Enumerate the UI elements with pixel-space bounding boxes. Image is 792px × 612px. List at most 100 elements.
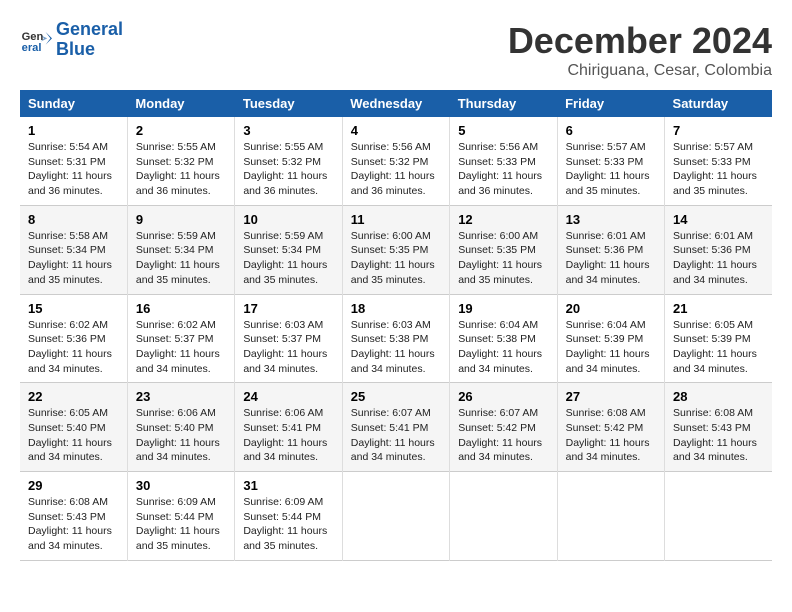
svg-text:Gen: Gen (22, 31, 44, 43)
day-number: 18 (351, 301, 441, 316)
day-cell: 24 Sunrise: 6:06 AM Sunset: 5:41 PM Dayl… (235, 383, 342, 472)
day-number: 13 (566, 212, 656, 227)
day-number: 22 (28, 389, 119, 404)
day-number: 29 (28, 478, 119, 493)
day-cell: 13 Sunrise: 6:01 AM Sunset: 5:36 PM Dayl… (557, 205, 664, 294)
day-cell: 15 Sunrise: 6:02 AM Sunset: 5:36 PM Dayl… (20, 294, 127, 383)
day-number: 2 (136, 123, 226, 138)
day-info: Sunrise: 6:04 AM Sunset: 5:39 PM Dayligh… (566, 318, 656, 377)
col-thursday: Thursday (450, 90, 557, 117)
day-info: Sunrise: 6:08 AM Sunset: 5:43 PM Dayligh… (28, 495, 119, 554)
day-info: Sunrise: 6:08 AM Sunset: 5:43 PM Dayligh… (673, 406, 764, 465)
day-number: 10 (243, 212, 333, 227)
day-cell: 26 Sunrise: 6:07 AM Sunset: 5:42 PM Dayl… (450, 383, 557, 472)
day-info: Sunrise: 5:57 AM Sunset: 5:33 PM Dayligh… (566, 140, 656, 199)
day-info: Sunrise: 5:58 AM Sunset: 5:34 PM Dayligh… (28, 229, 119, 288)
day-cell: 17 Sunrise: 6:03 AM Sunset: 5:37 PM Dayl… (235, 294, 342, 383)
week-row-5: 29 Sunrise: 6:08 AM Sunset: 5:43 PM Dayl… (20, 472, 772, 561)
day-cell: 22 Sunrise: 6:05 AM Sunset: 5:40 PM Dayl… (20, 383, 127, 472)
day-cell: 27 Sunrise: 6:08 AM Sunset: 5:42 PM Dayl… (557, 383, 664, 472)
day-number: 23 (136, 389, 226, 404)
day-info: Sunrise: 5:57 AM Sunset: 5:33 PM Dayligh… (673, 140, 764, 199)
day-cell: 10 Sunrise: 5:59 AM Sunset: 5:34 PM Dayl… (235, 205, 342, 294)
day-cell: 12 Sunrise: 6:00 AM Sunset: 5:35 PM Dayl… (450, 205, 557, 294)
day-info: Sunrise: 6:06 AM Sunset: 5:41 PM Dayligh… (243, 406, 333, 465)
day-cell: 23 Sunrise: 6:06 AM Sunset: 5:40 PM Dayl… (127, 383, 234, 472)
day-number: 19 (458, 301, 548, 316)
day-info: Sunrise: 5:55 AM Sunset: 5:32 PM Dayligh… (243, 140, 333, 199)
day-number: 30 (136, 478, 226, 493)
header-row: Sunday Monday Tuesday Wednesday Thursday… (20, 90, 772, 117)
day-cell: 6 Sunrise: 5:57 AM Sunset: 5:33 PM Dayli… (557, 117, 664, 205)
day-info: Sunrise: 6:09 AM Sunset: 5:44 PM Dayligh… (136, 495, 226, 554)
day-cell: 20 Sunrise: 6:04 AM Sunset: 5:39 PM Dayl… (557, 294, 664, 383)
day-number: 3 (243, 123, 333, 138)
day-number: 25 (351, 389, 441, 404)
logo-text-line1: General (56, 20, 123, 40)
day-number: 9 (136, 212, 226, 227)
day-info: Sunrise: 6:00 AM Sunset: 5:35 PM Dayligh… (458, 229, 548, 288)
day-cell (450, 472, 557, 561)
calendar-title: December 2024 (508, 20, 772, 62)
col-saturday: Saturday (665, 90, 772, 117)
day-info: Sunrise: 6:06 AM Sunset: 5:40 PM Dayligh… (136, 406, 226, 465)
day-cell: 4 Sunrise: 5:56 AM Sunset: 5:32 PM Dayli… (342, 117, 449, 205)
day-info: Sunrise: 6:02 AM Sunset: 5:37 PM Dayligh… (136, 318, 226, 377)
day-cell: 25 Sunrise: 6:07 AM Sunset: 5:41 PM Dayl… (342, 383, 449, 472)
day-info: Sunrise: 6:02 AM Sunset: 5:36 PM Dayligh… (28, 318, 119, 377)
day-cell: 11 Sunrise: 6:00 AM Sunset: 5:35 PM Dayl… (342, 205, 449, 294)
day-number: 1 (28, 123, 119, 138)
col-wednesday: Wednesday (342, 90, 449, 117)
day-cell (665, 472, 772, 561)
day-cell: 5 Sunrise: 5:56 AM Sunset: 5:33 PM Dayli… (450, 117, 557, 205)
svg-text:eral: eral (22, 42, 42, 54)
day-info: Sunrise: 5:59 AM Sunset: 5:34 PM Dayligh… (243, 229, 333, 288)
day-number: 8 (28, 212, 119, 227)
week-row-2: 8 Sunrise: 5:58 AM Sunset: 5:34 PM Dayli… (20, 205, 772, 294)
col-sunday: Sunday (20, 90, 127, 117)
day-cell: 9 Sunrise: 5:59 AM Sunset: 5:34 PM Dayli… (127, 205, 234, 294)
col-friday: Friday (557, 90, 664, 117)
day-info: Sunrise: 6:00 AM Sunset: 5:35 PM Dayligh… (351, 229, 441, 288)
day-number: 7 (673, 123, 764, 138)
day-number: 31 (243, 478, 333, 493)
day-number: 17 (243, 301, 333, 316)
day-number: 11 (351, 212, 441, 227)
day-number: 12 (458, 212, 548, 227)
day-number: 20 (566, 301, 656, 316)
day-info: Sunrise: 6:08 AM Sunset: 5:42 PM Dayligh… (566, 406, 656, 465)
week-row-1: 1 Sunrise: 5:54 AM Sunset: 5:31 PM Dayli… (20, 117, 772, 205)
week-row-4: 22 Sunrise: 6:05 AM Sunset: 5:40 PM Dayl… (20, 383, 772, 472)
day-info: Sunrise: 6:07 AM Sunset: 5:42 PM Dayligh… (458, 406, 548, 465)
day-info: Sunrise: 6:03 AM Sunset: 5:37 PM Dayligh… (243, 318, 333, 377)
day-cell: 16 Sunrise: 6:02 AM Sunset: 5:37 PM Dayl… (127, 294, 234, 383)
logo-text-line2: Blue (56, 40, 123, 60)
day-cell: 28 Sunrise: 6:08 AM Sunset: 5:43 PM Dayl… (665, 383, 772, 472)
day-cell: 3 Sunrise: 5:55 AM Sunset: 5:32 PM Dayli… (235, 117, 342, 205)
day-number: 4 (351, 123, 441, 138)
calendar-table: Sunday Monday Tuesday Wednesday Thursday… (20, 90, 772, 561)
day-cell: 21 Sunrise: 6:05 AM Sunset: 5:39 PM Dayl… (665, 294, 772, 383)
day-info: Sunrise: 5:59 AM Sunset: 5:34 PM Dayligh… (136, 229, 226, 288)
title-block: December 2024 Chiriguana, Cesar, Colombi… (508, 20, 772, 80)
day-number: 27 (566, 389, 656, 404)
day-info: Sunrise: 5:56 AM Sunset: 5:33 PM Dayligh… (458, 140, 548, 199)
day-cell: 2 Sunrise: 5:55 AM Sunset: 5:32 PM Dayli… (127, 117, 234, 205)
week-row-3: 15 Sunrise: 6:02 AM Sunset: 5:36 PM Dayl… (20, 294, 772, 383)
col-monday: Monday (127, 90, 234, 117)
logo: Gen eral General Blue (20, 20, 123, 60)
day-cell: 8 Sunrise: 5:58 AM Sunset: 5:34 PM Dayli… (20, 205, 127, 294)
day-cell: 18 Sunrise: 6:03 AM Sunset: 5:38 PM Dayl… (342, 294, 449, 383)
day-info: Sunrise: 5:56 AM Sunset: 5:32 PM Dayligh… (351, 140, 441, 199)
day-number: 6 (566, 123, 656, 138)
day-number: 28 (673, 389, 764, 404)
day-info: Sunrise: 6:04 AM Sunset: 5:38 PM Dayligh… (458, 318, 548, 377)
day-info: Sunrise: 5:54 AM Sunset: 5:31 PM Dayligh… (28, 140, 119, 199)
day-info: Sunrise: 6:05 AM Sunset: 5:39 PM Dayligh… (673, 318, 764, 377)
page-header: Gen eral General Blue December 2024 Chir… (20, 20, 772, 80)
day-cell: 30 Sunrise: 6:09 AM Sunset: 5:44 PM Dayl… (127, 472, 234, 561)
day-number: 14 (673, 212, 764, 227)
day-info: Sunrise: 6:01 AM Sunset: 5:36 PM Dayligh… (673, 229, 764, 288)
day-number: 21 (673, 301, 764, 316)
logo-icon: Gen eral (20, 24, 52, 56)
